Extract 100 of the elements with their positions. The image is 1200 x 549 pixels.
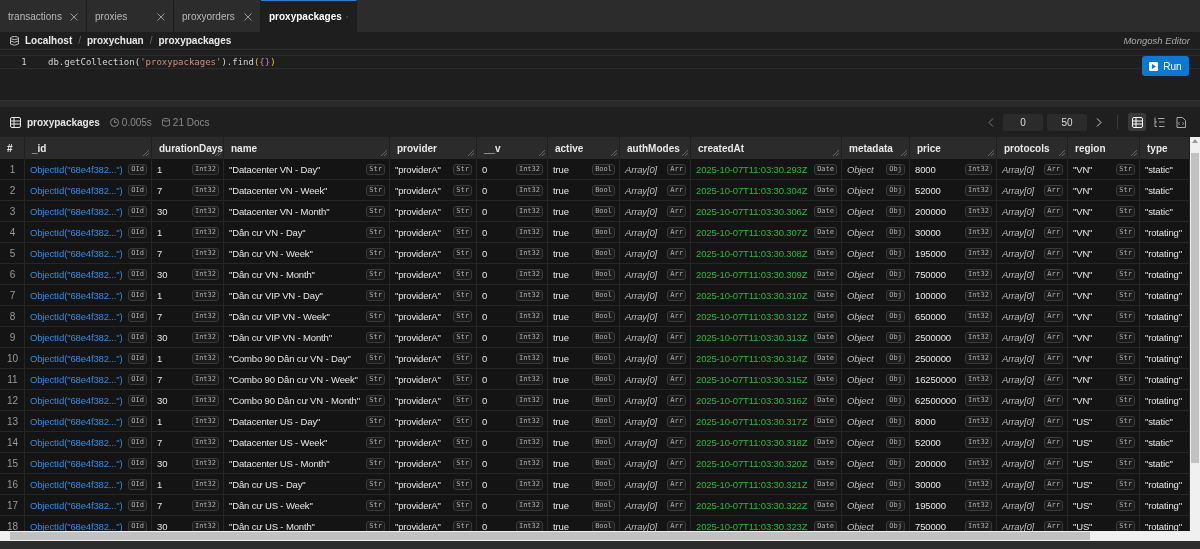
cell-value: "providerA" <box>395 352 441 364</box>
cell-value: Array[0] <box>625 289 658 301</box>
skip-field[interactable]: 0 <box>1003 113 1043 131</box>
cell-value: "VN" <box>1073 247 1093 259</box>
cell-value: Object <box>847 499 874 511</box>
run-button[interactable]: Run <box>1142 56 1189 76</box>
row-number: 16 <box>0 474 25 494</box>
cell-value[interactable]: ObjectId("68e4f382...") <box>30 394 123 406</box>
cell-value: "Datacenter US - Week" <box>229 436 328 448</box>
resize-handle-icon[interactable] <box>833 150 839 156</box>
cell-value: "providerA" <box>395 478 441 490</box>
tree-icon <box>1153 116 1165 128</box>
cell-value: "VN" <box>1073 373 1093 385</box>
cell-value[interactable]: ObjectId("68e4f382...") <box>30 457 123 469</box>
cell-value: 0 <box>482 310 488 322</box>
cell-value: 30 <box>157 205 168 217</box>
cell-value[interactable]: ObjectId("68e4f382...") <box>30 184 123 196</box>
cell-value: 750000 <box>915 268 946 280</box>
cell-value[interactable]: ObjectId("68e4f382...") <box>30 415 123 427</box>
cell-value: Array[0] <box>625 478 658 490</box>
resize-handle-icon[interactable] <box>682 150 688 156</box>
cell-value[interactable]: ObjectId("68e4f382...") <box>30 436 123 448</box>
cell-value: true <box>553 205 569 217</box>
cell-value: 2025-10-07T11:03:30.318Z <box>696 436 808 448</box>
row-number: 6 <box>0 264 25 284</box>
cell-value: 0 <box>482 247 488 259</box>
cell-value[interactable]: ObjectId("68e4f382...") <box>30 163 123 175</box>
table-icon <box>10 116 21 128</box>
cell-value: "Dân cư VIP VN - Day" <box>229 289 323 301</box>
cell-value: true <box>553 415 569 427</box>
resize-handle-icon[interactable] <box>143 150 149 156</box>
tab[interactable]: proxypackages <box>261 0 357 32</box>
cell-value[interactable]: ObjectId("68e4f382...") <box>30 499 123 511</box>
cell-value: Array[0] <box>1002 520 1035 531</box>
cell-value[interactable]: ObjectId("68e4f382...") <box>30 205 123 217</box>
cell-value[interactable]: ObjectId("68e4f382...") <box>30 373 123 385</box>
cell-value: 8000 <box>915 415 936 427</box>
cell-value[interactable]: ObjectId("68e4f382...") <box>30 331 123 343</box>
cell-value: 62500000 <box>915 394 957 406</box>
row-number: 10 <box>0 348 25 368</box>
cell-value: "US" <box>1073 478 1093 490</box>
cell-value: "rotating" <box>1145 499 1182 511</box>
database-icon <box>10 35 19 46</box>
cell-value: "VN" <box>1073 352 1093 364</box>
database-icon <box>161 117 170 127</box>
resize-handle-icon[interactable] <box>901 150 907 156</box>
resize-handle-icon[interactable] <box>381 150 387 156</box>
cell-value: "static" <box>1145 205 1173 217</box>
breadcrumb-item[interactable]: Localhost <box>25 35 73 46</box>
cell-value: 8000 <box>915 163 936 175</box>
code-line: db.getCollection('proxypackages').find({}) <box>48 57 276 67</box>
cell-value: "Dân cư VN - Week" <box>229 247 313 259</box>
cell-value: "providerA" <box>395 289 441 301</box>
cell-value: 2025-10-07T11:03:30.310Z <box>696 289 808 301</box>
cell-value: 2025-10-07T11:03:30.308Z <box>696 247 808 259</box>
breadcrumb-item[interactable]: proxypackages <box>158 35 232 46</box>
limit-field[interactable]: 50 <box>1047 113 1087 131</box>
cell-value[interactable]: ObjectId("68e4f382...") <box>30 247 123 259</box>
cell-value: Array[0] <box>625 415 658 427</box>
cell-value: 750000 <box>915 520 946 531</box>
cell-value: 200000 <box>915 457 946 469</box>
cell-value[interactable]: ObjectId("68e4f382...") <box>30 268 123 280</box>
cell-value: 30 <box>157 394 168 406</box>
cell-value: Array[0] <box>625 184 658 196</box>
cell-value: "Datacenter VN - Month" <box>229 205 330 217</box>
resize-handle-icon[interactable] <box>1059 150 1065 156</box>
cell-value: true <box>553 499 569 511</box>
cell-value: "providerA" <box>395 226 441 238</box>
horizontal-scrollbar[interactable] <box>0 531 1200 541</box>
cell-value: 0 <box>482 352 488 364</box>
row-number: 9 <box>0 327 25 347</box>
cell-value: Array[0] <box>1002 499 1035 511</box>
resize-handle-icon[interactable] <box>611 150 617 156</box>
cell-value: 2025-10-07T11:03:30.321Z <box>696 478 808 490</box>
cell-value: 1 <box>157 478 163 490</box>
cell-value[interactable]: ObjectId("68e4f382...") <box>30 352 123 364</box>
cell-value: Object <box>847 268 874 280</box>
vertical-scrollbar[interactable] <box>1190 137 1200 531</box>
row-number: 8 <box>0 306 25 326</box>
cell-value: "rotating" <box>1145 247 1182 259</box>
cell-value[interactable]: ObjectId("68e4f382...") <box>30 226 123 238</box>
resize-handle-icon[interactable] <box>539 150 545 156</box>
cell-value: 0 <box>482 520 488 531</box>
document-count: 21 Docs <box>172 116 210 128</box>
cell-value[interactable]: ObjectId("68e4f382...") <box>30 289 123 301</box>
cell-value: 7 <box>157 499 163 511</box>
cell-value[interactable]: ObjectId("68e4f382...") <box>30 478 123 490</box>
scroll-up-icon[interactable] <box>1192 139 1198 143</box>
cell-value: "rotating" <box>1145 352 1182 364</box>
resize-handle-icon[interactable] <box>468 150 474 156</box>
cell-value[interactable]: ObjectId("68e4f382...") <box>30 310 123 322</box>
cell-value[interactable]: ObjectId("68e4f382...") <box>30 520 123 531</box>
resize-handle-icon[interactable] <box>988 150 994 156</box>
resize-handle-icon[interactable] <box>1131 150 1137 156</box>
cell-value: "VN" <box>1073 310 1093 322</box>
breadcrumb-item[interactable]: proxychuan <box>87 35 144 46</box>
cell-value: 2025-10-07T11:03:30.304Z <box>696 184 808 196</box>
cell-value: 1 <box>157 163 163 175</box>
resize-handle-icon[interactable] <box>215 150 221 156</box>
view-button[interactable] <box>1128 113 1146 131</box>
